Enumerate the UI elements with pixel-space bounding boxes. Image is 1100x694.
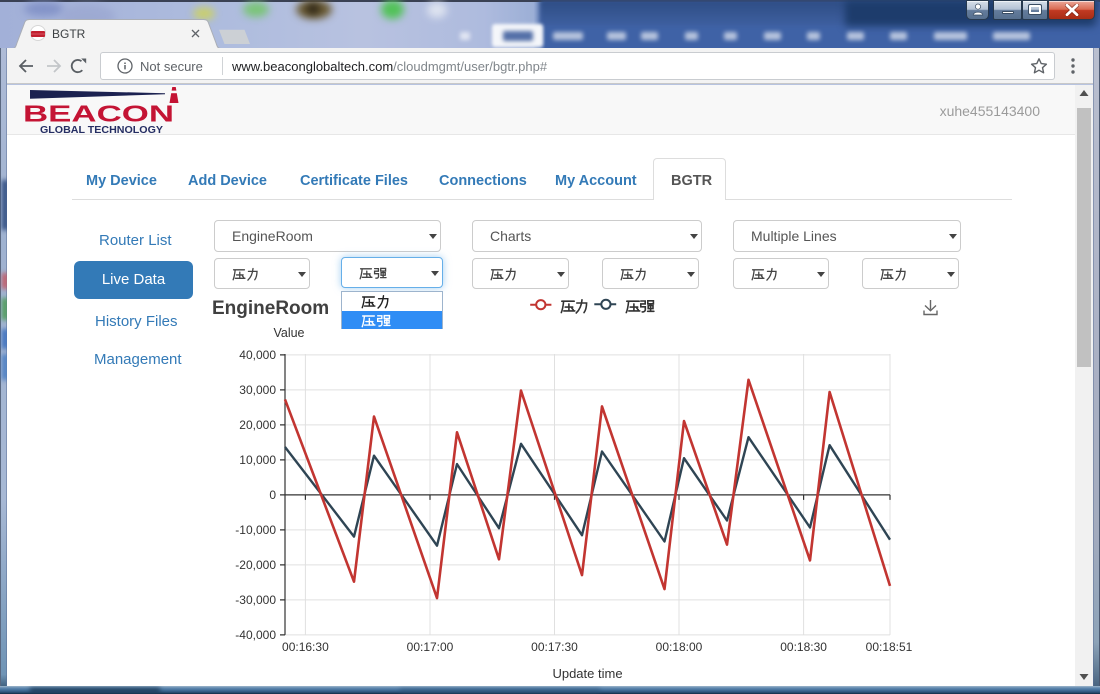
svg-text:30,000: 30,000: [239, 383, 276, 397]
svg-text:20,000: 20,000: [239, 418, 276, 432]
svg-text:00:17:00: 00:17:00: [407, 640, 454, 654]
svg-text:-20,000: -20,000: [235, 558, 276, 572]
svg-text:Value: Value: [273, 326, 304, 340]
svg-text:-30,000: -30,000: [235, 593, 276, 607]
svg-text:Update time: Update time: [552, 666, 622, 681]
svg-text:0: 0: [269, 488, 276, 502]
svg-text:10,000: 10,000: [239, 453, 276, 467]
svg-text:00:18:00: 00:18:00: [656, 640, 703, 654]
svg-text:40,000: 40,000: [239, 348, 276, 362]
svg-text:EngineRoom: EngineRoom: [212, 298, 329, 319]
svg-text:00:18:51: 00:18:51: [866, 640, 913, 654]
svg-text:-40,000: -40,000: [235, 628, 276, 642]
svg-text:GLOBAL TECHNOLOGY: GLOBAL TECHNOLOGY: [40, 124, 163, 135]
svg-text:-10,000: -10,000: [235, 523, 276, 537]
svg-text:BEACON: BEACON: [23, 101, 174, 127]
svg-text:00:17:30: 00:17:30: [531, 640, 578, 654]
svg-text:00:18:30: 00:18:30: [780, 640, 827, 654]
svg-text:00:16:30: 00:16:30: [282, 640, 329, 654]
